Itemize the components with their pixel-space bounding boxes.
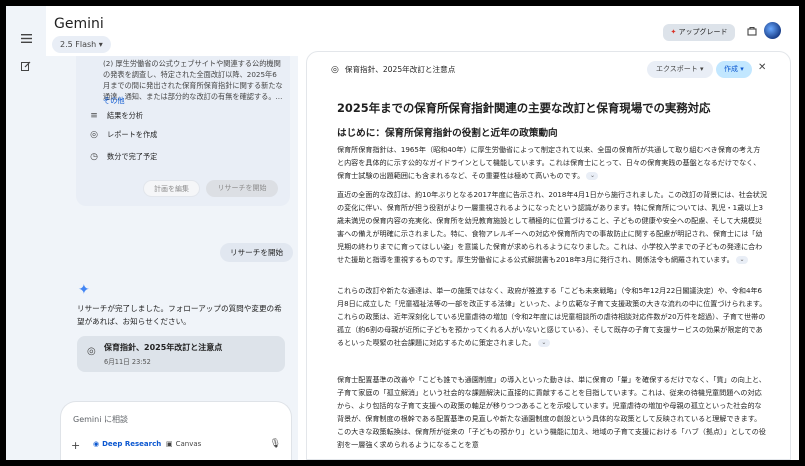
- sparkle-icon: ✦: [670, 28, 677, 36]
- start-research-button[interactable]: リサーチを開始: [206, 180, 278, 197]
- plan-step: ◎ レポートを作成: [87, 128, 157, 142]
- create-button[interactable]: 作成 ▾: [716, 61, 752, 78]
- model-selector[interactable]: 2.5 Flash ▾: [52, 36, 111, 53]
- edit-plan-button[interactable]: 計画を編集: [143, 180, 200, 197]
- document-paragraph: 保育所保育指針は、1965年（昭和40年）に厚生労働省によって制定されて以来、全…: [337, 145, 761, 180]
- list-icon: ≡: [90, 111, 98, 121]
- chevron-down-icon[interactable]: ⌄: [586, 172, 599, 180]
- panel-title: 保育指針、2025年改訂と注意点: [344, 65, 456, 74]
- edit-icon[interactable]: [18, 58, 34, 74]
- canvas-label: Canvas: [175, 440, 202, 448]
- canvas-button[interactable]: ▣ Canvas: [166, 440, 201, 448]
- upgrade-label: アップグレード: [678, 28, 728, 36]
- step-label: レポートを作成: [107, 130, 158, 139]
- deep-research-icon: ◉: [93, 440, 100, 448]
- composer: Gemini に相談 + ◉ Deep Research ▣ Canvas 🎙: [60, 401, 292, 460]
- search-doc-icon: ◎: [90, 130, 98, 140]
- chevron-down-icon[interactable]: ⌄: [736, 256, 749, 264]
- research-doc-icon: ◎: [87, 346, 96, 357]
- canvas-icon: ▣: [166, 440, 173, 448]
- document-paragraph: 保育士配置基準の改善や「こども誰でも通園制度」の導入といった動きは、単に保育の「…: [337, 375, 766, 449]
- research-plan-card: (2) 厚生労働省の公式ウェブサイトや関連する公的機関の発表を調査し、特定された…: [76, 56, 290, 206]
- prompt-input[interactable]: Gemini に相談: [73, 414, 128, 425]
- avatar[interactable]: [764, 22, 781, 39]
- document-card-title: 保育指針、2025年改訂と注意点: [104, 343, 223, 352]
- assistant-reply: リサーチが完了しました。フォローアップの質問や変更の希望があれば、お知らせくださ…: [77, 304, 282, 326]
- app-window: Gemini 2.5 Flash ▾ (2) 厚生労働省の公式ウェブサイトや関連…: [6, 6, 799, 460]
- step-label: 数分で完了予定: [107, 152, 158, 161]
- plan-step: ≡ 結果を分析: [87, 109, 143, 123]
- close-icon[interactable]: ✕: [758, 62, 766, 73]
- deep-research-button[interactable]: ◉ Deep Research: [93, 440, 161, 448]
- export-button[interactable]: エクスポート ▾: [647, 61, 713, 78]
- add-icon[interactable]: +: [71, 439, 80, 452]
- gemini-spark-icon: ✦: [78, 282, 90, 298]
- document-card[interactable]: ◎ 保育指針、2025年改訂と注意点 6月11日 23:52: [77, 336, 285, 372]
- left-rail: [6, 6, 46, 460]
- shop-icon[interactable]: [747, 26, 757, 39]
- app-title: Gemini: [54, 16, 104, 32]
- plan-text: (2) 厚生労働省の公式ウェブサイトや関連する公的機関の発表を調査し、特定された…: [103, 59, 283, 101]
- document-card-date: 6月11日 23:52: [104, 358, 151, 366]
- document-paragraph: これらの改訂や新たな通達は、単一の施策ではなく、政府が推進する「こども未来戦略」…: [337, 286, 767, 347]
- section-heading: はじめに：保育所保育指針の役割と近年の政策動向: [337, 128, 558, 139]
- more-link[interactable]: その他: [103, 96, 125, 106]
- clock-icon: ◷: [90, 152, 98, 162]
- menu-icon[interactable]: [18, 30, 34, 46]
- chat-column: (2) 厚生労働省の公式ウェブサイトや関連する公的機関の発表を調査し、特定された…: [46, 56, 298, 460]
- plan-step: ◷ 数分で完了予定: [87, 150, 157, 164]
- panel-header: ◎ 保育指針、2025年改訂と注意点: [331, 64, 455, 75]
- mic-icon[interactable]: 🎙: [270, 439, 281, 449]
- document-heading: 2025年までの保育所保育指針関連の主要な改訂と保育現場での実務対応: [337, 101, 711, 115]
- upgrade-button[interactable]: ✦ アップグレード: [663, 24, 735, 41]
- research-doc-icon: ◎: [331, 64, 339, 75]
- deep-research-label: Deep Research: [102, 440, 162, 448]
- document-paragraph: 直近の全面的な改訂は、約10年ぶりとなる2017年度に告示され、2018年4月1…: [337, 190, 767, 264]
- step-label: 結果を分析: [107, 111, 143, 120]
- chevron-down-icon[interactable]: ⌄: [537, 339, 550, 347]
- user-message: リサーチを開始: [220, 243, 294, 262]
- document-panel: ◎ 保育指針、2025年改訂と注意点 エクスポート ▾ 作成 ▾ ✕ 2025年…: [306, 51, 791, 460]
